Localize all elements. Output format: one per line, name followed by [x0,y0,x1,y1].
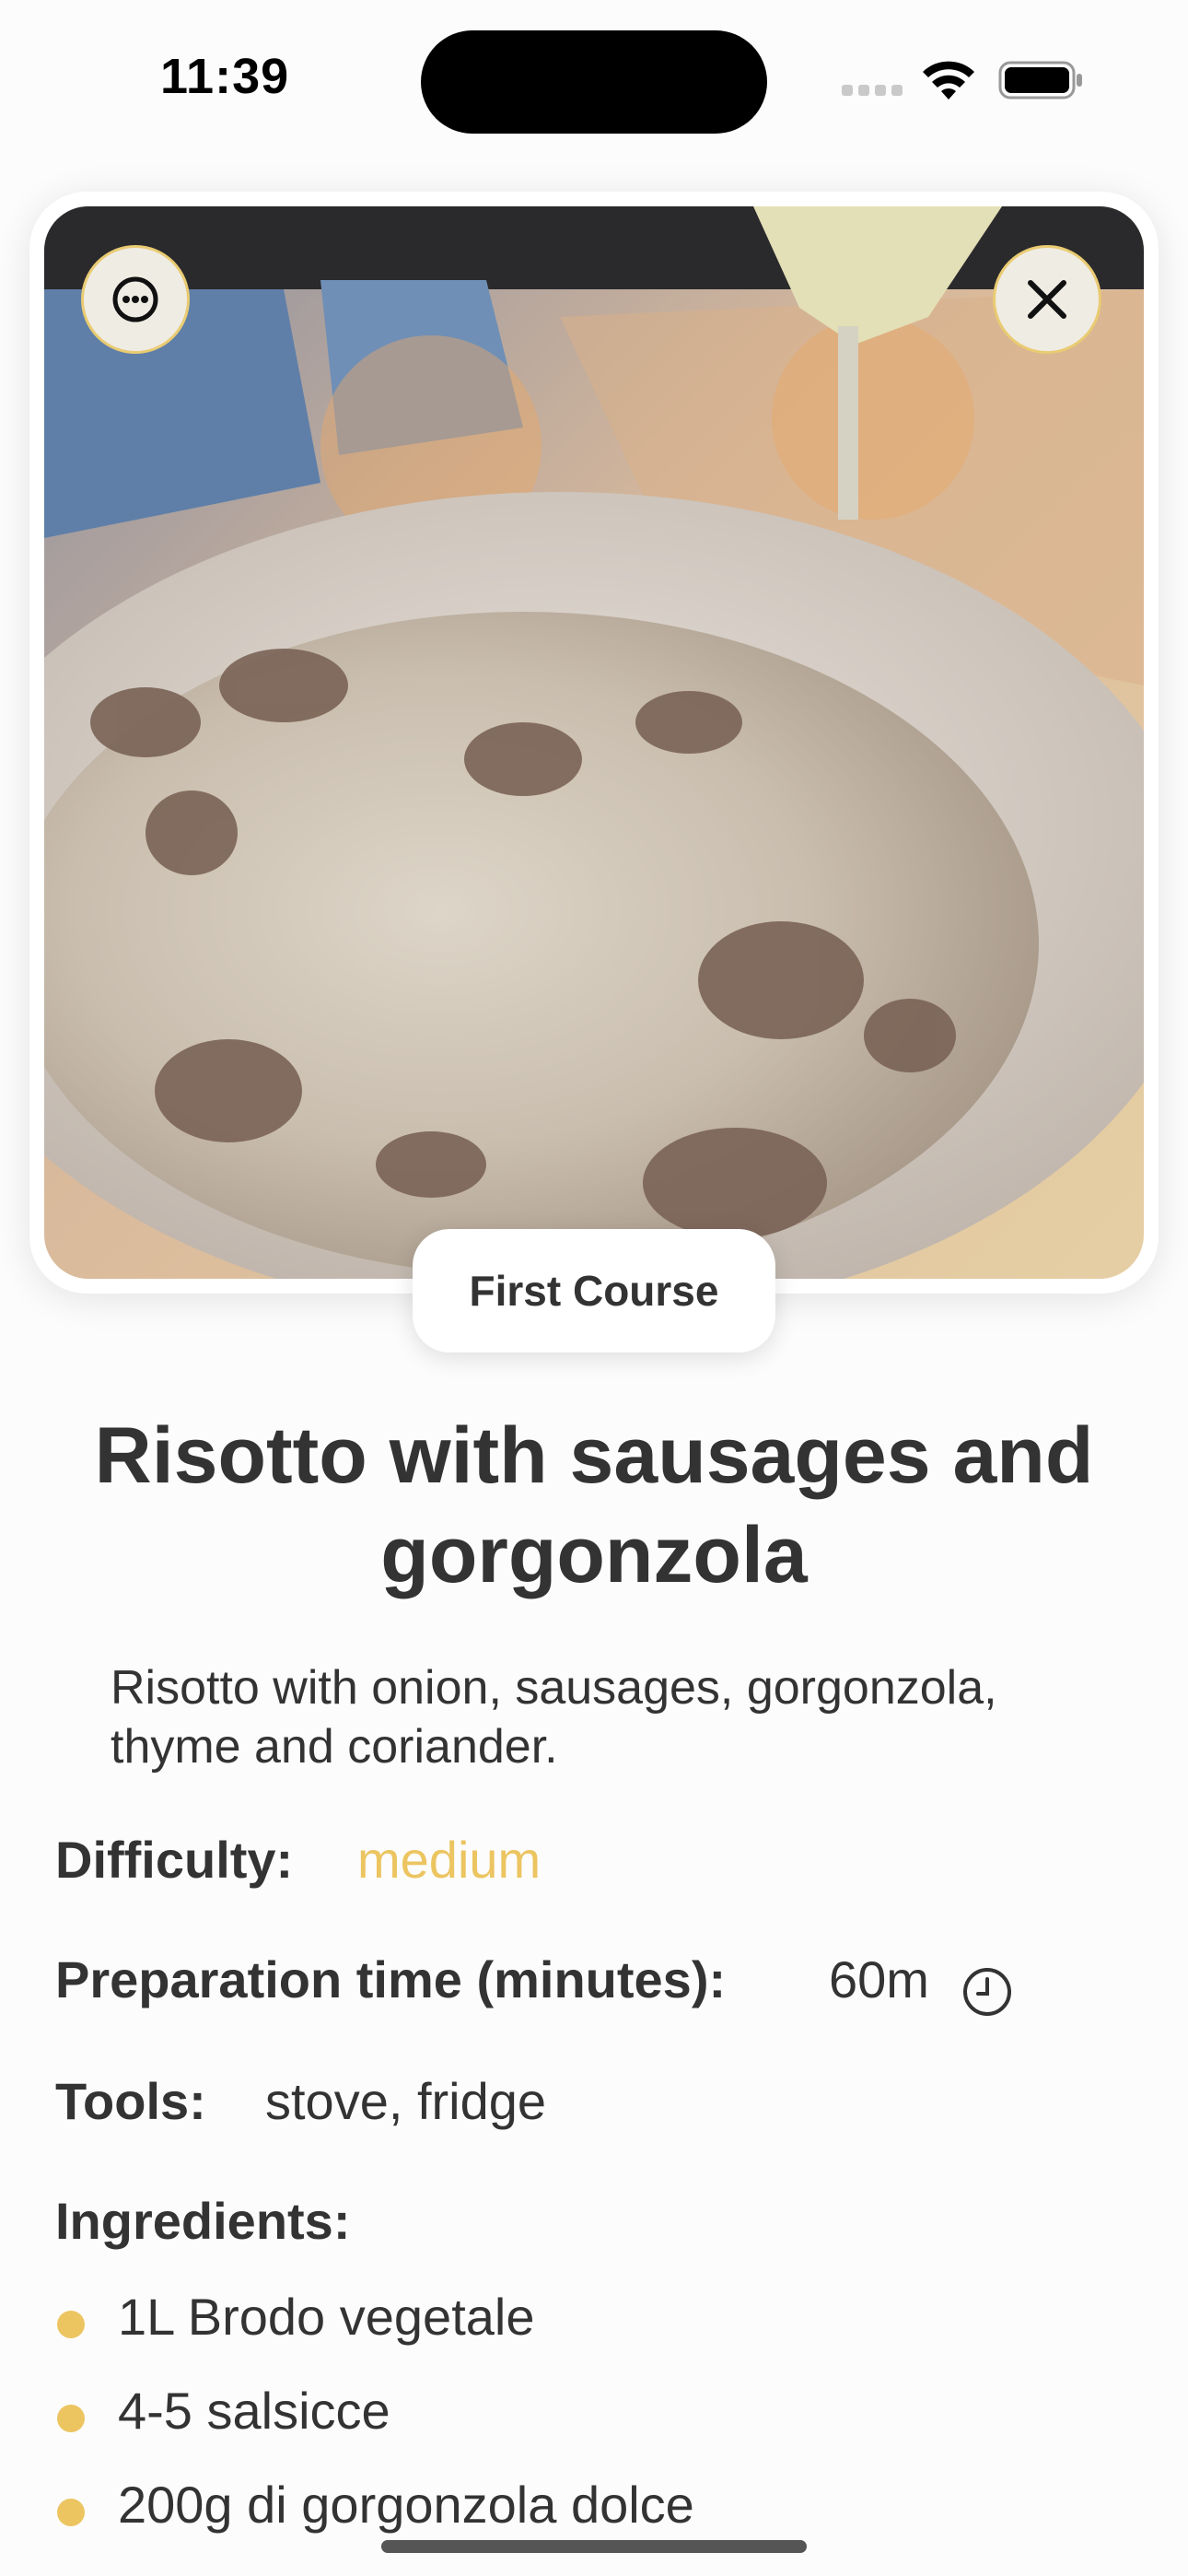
ingredients-label: Ingredients: [55,2192,351,2250]
preparation-time-value: 60m [829,1950,929,2008]
difficulty-row: Difficulty: medium [55,1830,541,1890]
ingredients-heading: Ingredients: [55,2191,350,2251]
ingredient-text: 4-5 salsicce [118,2382,390,2440]
recipe-description: Risotto with onion, sausages, gorgonzola… [111,1661,997,1774]
more-options-button[interactable] [81,245,190,354]
difficulty-value: medium [357,1831,542,1889]
recipe-title: Risotto with sausages and gorgonzola [94,1411,1094,1599]
bullet-dot [57,2405,85,2432]
ellipsis-circle-icon [112,276,158,322]
ingredient-text: 1L Brodo vegetale [118,2288,535,2346]
tools-row: Tools: stove, fridge [55,2071,546,2131]
bullet-dot [57,2311,85,2338]
preparation-time-label: Preparation time (minutes): [55,1950,727,2008]
risotto-photo-image [44,206,1144,1279]
tools-value: stove, fridge [265,2072,547,2130]
home-indicator[interactable] [381,2540,807,2553]
preparation-time-row: Preparation time (minutes): 60m [55,1950,929,2009]
bullet-dot [57,2499,85,2526]
close-button[interactable] [993,245,1101,354]
status-bar: 11:39 [0,0,1188,157]
tools-label: Tools: [55,2072,206,2130]
difficulty-label: Difficulty: [55,1831,294,1889]
clock-icon [963,1968,1011,2016]
wifi-icon [923,61,974,100]
recipe-hero-card [29,192,1159,1294]
dynamic-island [421,30,767,134]
battery-icon [998,61,1082,100]
status-time: 11:39 [160,49,290,104]
recipe-photo [44,206,1144,1279]
close-icon [1028,280,1066,319]
ingredient-text: 200g di gorgonzola dolce [118,2476,694,2534]
cellular-signal-icon [842,85,904,98]
category-badge: First Course [413,1229,775,1352]
